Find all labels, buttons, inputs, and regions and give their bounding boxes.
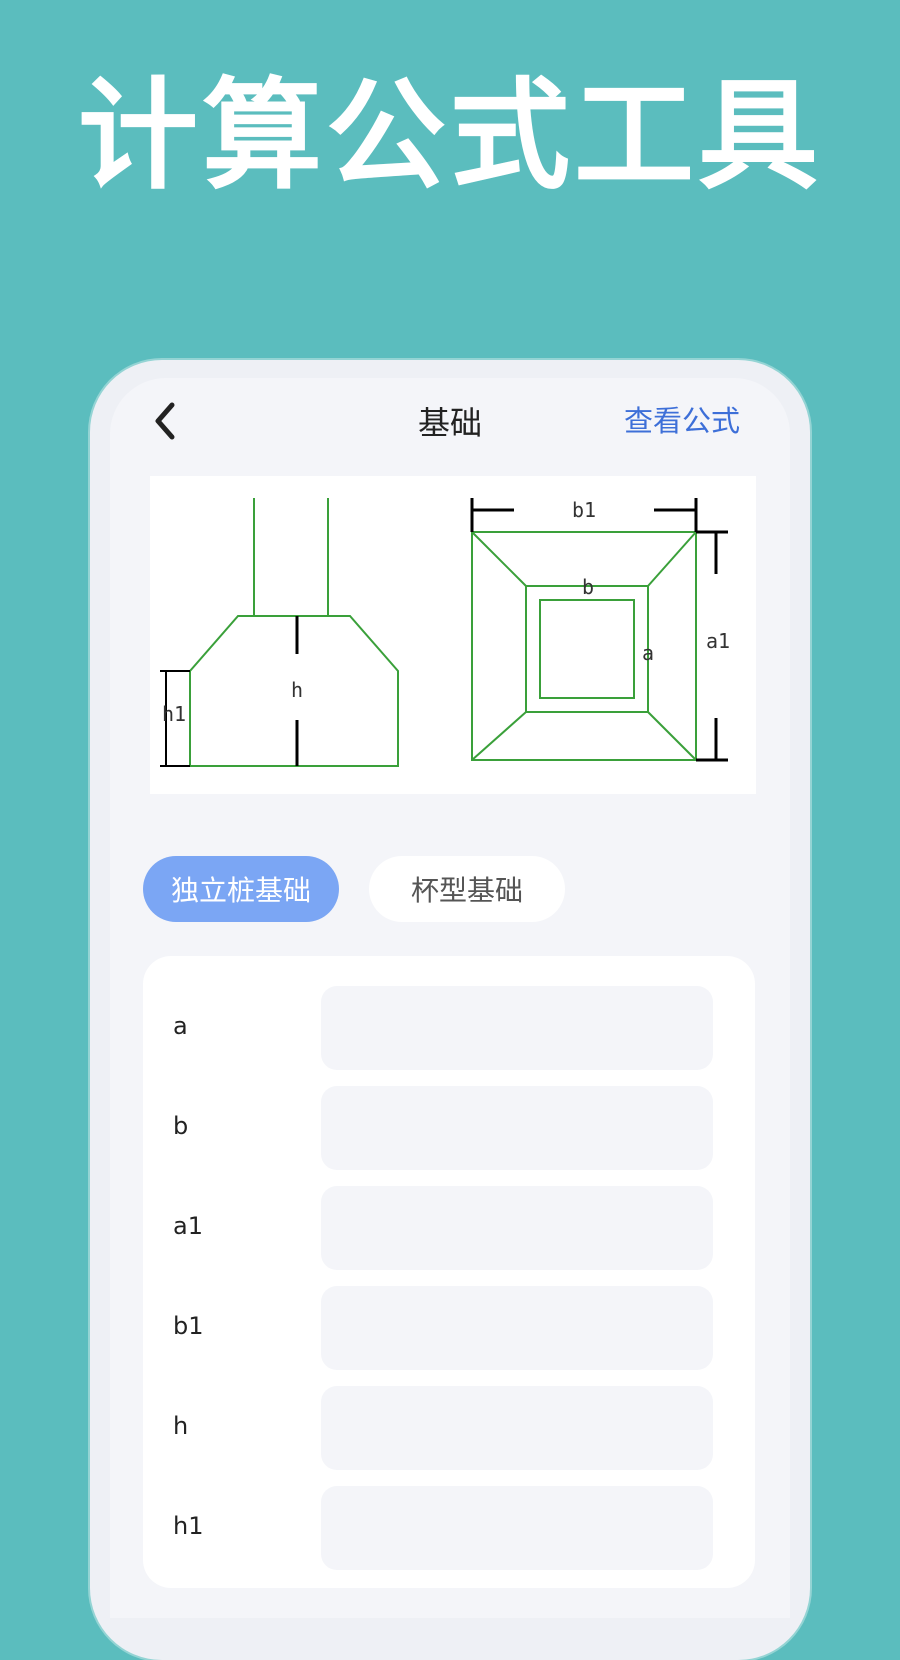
foundation-type-tabs: 独立桩基础 杯型基础: [143, 856, 763, 922]
diagram-label-h: h: [291, 678, 303, 702]
field-row-a1: a1: [143, 1186, 755, 1272]
diagram-label-b: b: [582, 575, 594, 599]
field-label: h: [173, 1412, 189, 1440]
diagram-label-h1: h1: [162, 702, 186, 726]
field-row-a: a: [143, 986, 755, 1072]
diagram-label-a1: a1: [706, 629, 730, 653]
tab-cup-foundation[interactable]: 杯型基础: [369, 856, 565, 922]
tab-isolated-pile-foundation[interactable]: 独立桩基础: [143, 856, 339, 922]
side-view-diagram: [189, 498, 399, 767]
top-view-diagram: [471, 531, 697, 761]
nav-bar: 基础 查看公式: [110, 378, 790, 468]
view-formula-button[interactable]: 查看公式: [624, 398, 740, 440]
field-row-b1: b1: [143, 1286, 755, 1372]
foundation-diagram: h h1 b1 b a a1: [150, 476, 756, 794]
chevron-left-icon: [155, 402, 175, 440]
a1-input[interactable]: [321, 1186, 713, 1270]
field-row-h1: h1: [143, 1486, 755, 1572]
h-input[interactable]: [321, 1386, 713, 1470]
promo-title: 计算公式工具: [78, 67, 822, 206]
field-label: a: [173, 1012, 188, 1040]
b1-input[interactable]: [321, 1286, 713, 1370]
b-input[interactable]: [321, 1086, 713, 1170]
app-screen: 基础 查看公式 h h1 b1 b a a1 独立桩基础 杯型基础 a b a1…: [110, 378, 790, 1618]
field-label: a1: [173, 1212, 203, 1240]
parameter-form: a b a1 b1 h h1: [143, 956, 755, 1588]
field-label: h1: [173, 1512, 204, 1540]
field-row-b: b: [143, 1086, 755, 1172]
field-label: b: [173, 1112, 189, 1140]
field-label: b1: [173, 1312, 204, 1340]
h1-input[interactable]: [321, 1486, 713, 1570]
diagram-label-b1: b1: [572, 498, 596, 522]
diagram-label-a: a: [642, 641, 654, 665]
back-button[interactable]: [140, 396, 190, 446]
field-row-h: h: [143, 1386, 755, 1472]
a-input[interactable]: [321, 986, 713, 1070]
